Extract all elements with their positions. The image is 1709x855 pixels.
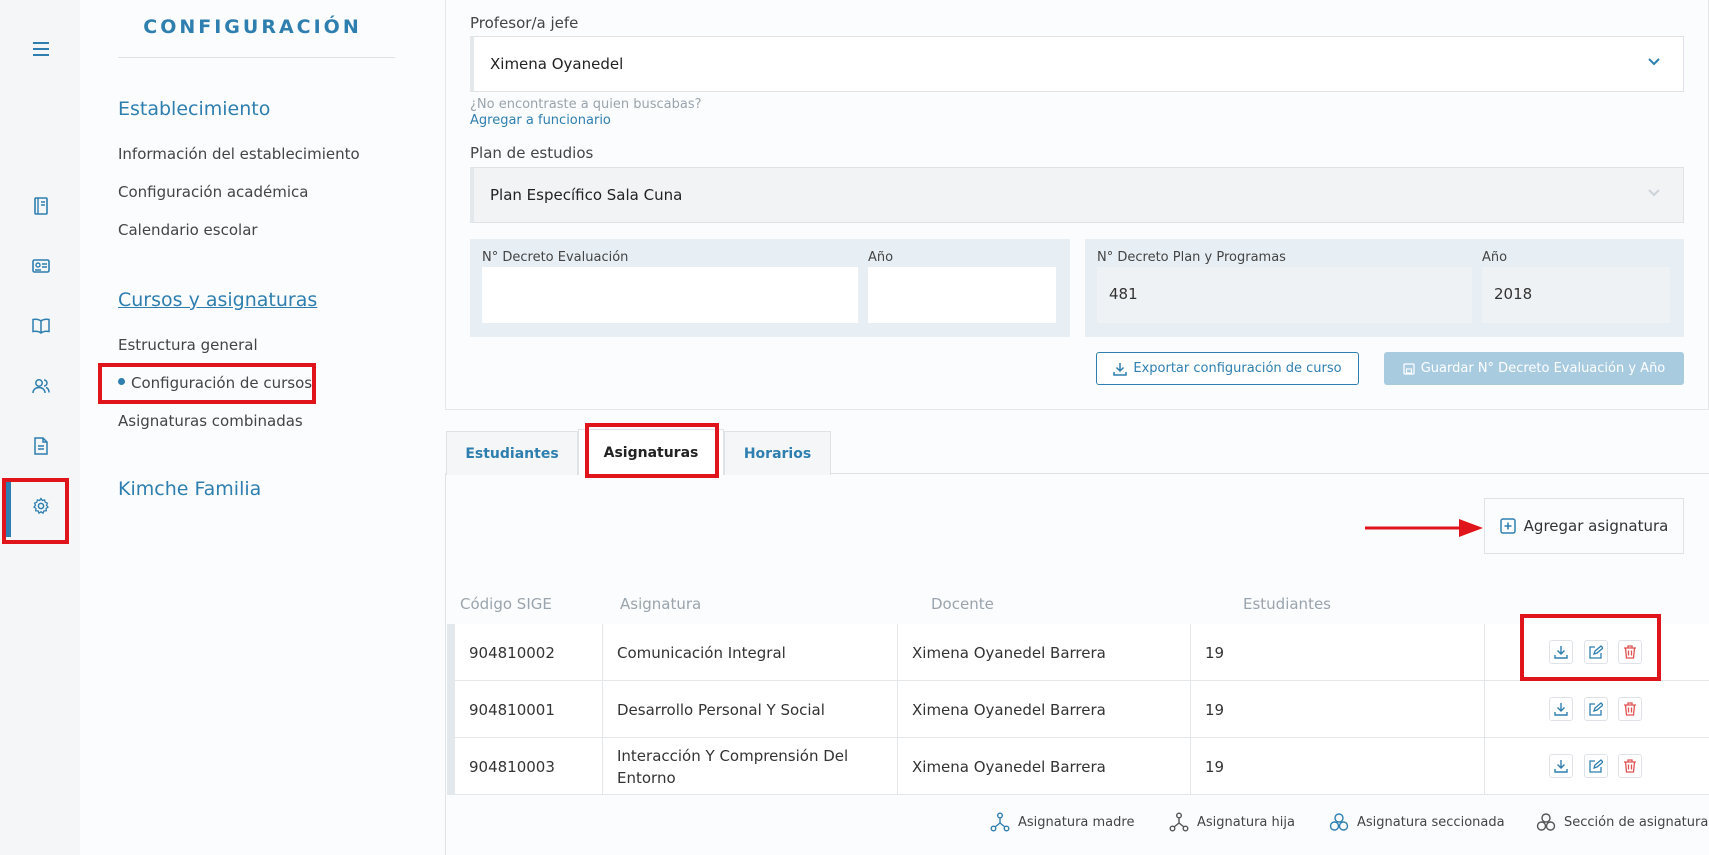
sectioned-subject-icon <box>1329 813 1349 831</box>
cell-subject: Desarrollo Personal Y Social <box>602 681 898 738</box>
sidebar-title: CONFIGURACIÓN <box>143 16 362 38</box>
annotation-arrow <box>1365 519 1483 537</box>
year-eval-label: Año <box>868 250 894 265</box>
id-card-icon[interactable] <box>30 255 52 277</box>
cell-students: 19 <box>1190 738 1484 795</box>
decree-eval-label: N° Decreto Evaluación <box>482 250 629 265</box>
col-header-codigo: Código SIGE <box>460 595 552 613</box>
book-icon[interactable] <box>30 195 52 217</box>
tab-horarios[interactable]: Horarios <box>724 431 831 475</box>
plan-select-value: Plan Específico Sala Cuna <box>490 186 683 204</box>
delete-button[interactable] <box>1618 754 1642 778</box>
trash-icon <box>1624 702 1636 716</box>
sidebar-item-asignaturas-combinadas[interactable]: Asignaturas combinadas <box>118 412 303 430</box>
add-subject-button[interactable]: Agregar asignatura <box>1484 498 1684 554</box>
year-plan-label: Año <box>1482 250 1508 265</box>
plus-square-icon <box>1499 518 1516 534</box>
download-icon <box>1554 703 1568 716</box>
section-cursos-asignaturas[interactable]: Cursos y asignaturas <box>118 289 317 311</box>
add-staff-link[interactable]: Agregar a funcionario <box>470 113 611 128</box>
edit-icon <box>1589 702 1603 716</box>
chevron-down-icon <box>1647 184 1661 202</box>
child-subject-icon <box>1169 812 1189 832</box>
cell-code: 904810002 <box>469 643 555 662</box>
parent-subject-icon <box>990 812 1010 832</box>
sidebar-item-calendario[interactable]: Calendario escolar <box>118 221 258 239</box>
decree-eval-input[interactable] <box>482 267 858 323</box>
save-icon <box>1403 362 1415 375</box>
cell-teacher: Ximena Oyanedel Barrera <box>897 624 1190 681</box>
users-icon[interactable] <box>30 375 52 397</box>
cell-subject: Interacción Y Comprensión Del Entorno <box>602 738 898 795</box>
annotation-box-gear <box>2 478 69 544</box>
decree-eval-box: N° Decreto Evaluación Año <box>470 239 1070 337</box>
decree-plan-input: 481 <box>1097 267 1472 323</box>
download-icon <box>1554 760 1568 773</box>
trash-icon <box>1624 759 1636 773</box>
teacher-select-value: Ximena Oyanedel <box>490 55 624 73</box>
plan-select[interactable]: Plan Específico Sala Cuna <box>470 167 1684 223</box>
teacher-label: Profesor/a jefe <box>470 14 579 32</box>
edit-button[interactable] <box>1584 754 1608 778</box>
edit-button[interactable] <box>1584 697 1608 721</box>
subject-section-icon <box>1536 813 1556 831</box>
sidebar-item-configuracion-academica[interactable]: Configuración académica <box>118 183 308 201</box>
export-config-button[interactable]: Exportar configuración de curso <box>1096 352 1359 385</box>
cell-teacher: Ximena Oyanedel Barrera <box>897 738 1190 795</box>
decree-plan-label: N° Decreto Plan y Programas <box>1097 250 1286 265</box>
not-found-hint: ¿No encontraste a quien buscabas? <box>470 97 702 112</box>
legend-seccion: Sección de asignatura <box>1536 812 1708 832</box>
save-decree-button[interactable]: Guardar N° Decreto Evaluación y Año <box>1384 352 1684 385</box>
document-icon[interactable] <box>30 435 52 457</box>
cell-code: 904810001 <box>469 700 555 719</box>
delete-button[interactable] <box>1618 697 1642 721</box>
year-plan-input: 2018 <box>1482 267 1670 323</box>
plan-label: Plan de estudios <box>470 144 594 162</box>
chevron-down-icon <box>1647 53 1661 71</box>
cell-teacher: Ximena Oyanedel Barrera <box>897 681 1190 738</box>
download-button[interactable] <box>1549 754 1573 778</box>
annotation-box-row-actions <box>1520 614 1661 681</box>
config-sidebar: CONFIGURACIÓN Establecimiento Informació… <box>80 0 425 855</box>
download-icon <box>1113 362 1128 376</box>
legend-seccionada: Asignatura seccionada <box>1329 812 1505 832</box>
cell-students: 19 <box>1190 681 1484 738</box>
download-button[interactable] <box>1549 697 1573 721</box>
sidebar-item-informacion[interactable]: Información del establecimiento <box>118 145 360 163</box>
cell-subject: Comunicación Integral <box>602 624 898 681</box>
menu-icon[interactable] <box>30 38 52 60</box>
legend-madre: Asignatura madre <box>990 812 1134 832</box>
section-kimche-familia[interactable]: Kimche Familia <box>118 478 261 500</box>
tab-estudiantes[interactable]: Estudiantes <box>446 431 578 475</box>
annotation-box-tab-asignaturas <box>585 423 719 478</box>
edit-icon <box>1589 759 1603 773</box>
col-header-estudiantes: Estudiantes <box>1243 595 1331 613</box>
decree-plan-box: N° Decreto Plan y Programas Año 481 2018 <box>1085 239 1684 337</box>
year-eval-input[interactable] <box>868 267 1056 323</box>
cell-students: 19 <box>1190 624 1484 681</box>
col-header-docente: Docente <box>931 595 994 613</box>
open-book-icon[interactable] <box>30 315 52 337</box>
annotation-box-config-cursos <box>98 363 316 404</box>
section-establecimiento[interactable]: Establecimiento <box>118 98 270 120</box>
legend-hija: Asignatura hija <box>1169 812 1295 832</box>
table-row: 904810003 Interacción Y Comprensión Del … <box>447 738 1709 795</box>
col-header-asignatura: Asignatura <box>620 595 702 613</box>
table-row: 904810001 Desarrollo Personal Y Social X… <box>447 681 1709 738</box>
sidebar-item-estructura-general[interactable]: Estructura general <box>118 336 258 354</box>
sidebar-divider <box>118 57 395 58</box>
cell-code: 904810003 <box>469 757 555 776</box>
icon-rail <box>0 0 80 855</box>
teacher-select[interactable]: Ximena Oyanedel <box>470 36 1684 92</box>
